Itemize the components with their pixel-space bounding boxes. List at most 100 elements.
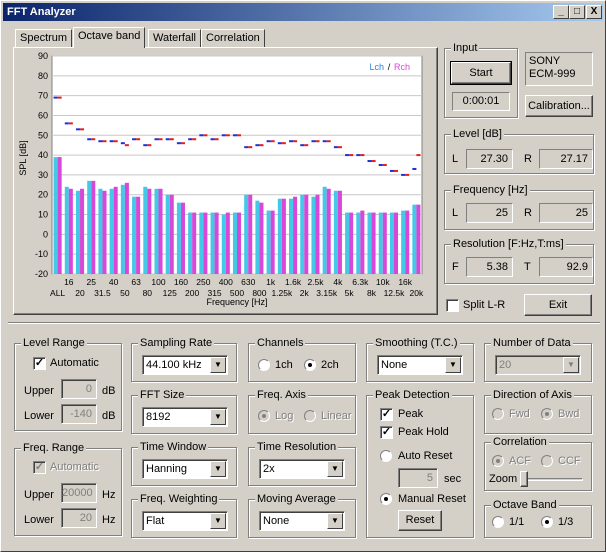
peak-marker-rch xyxy=(293,140,298,143)
peak-marker-lch xyxy=(389,169,394,172)
minimize-button[interactable]: _ xyxy=(553,5,569,19)
number-of-data-select[interactable]: 20 ▼ xyxy=(495,355,581,375)
peak-marker-rch xyxy=(416,154,421,157)
maximize-button[interactable]: □ xyxy=(569,5,585,19)
peak-marker-lch xyxy=(154,138,159,141)
peak-marker-lch xyxy=(266,140,271,143)
freq-auto-checkbox[interactable]: ✓ xyxy=(33,461,46,474)
frequency-l-label: L xyxy=(452,207,459,219)
peak-marker-rch xyxy=(180,142,185,145)
bar-lch xyxy=(244,194,249,274)
octave-full-radio[interactable] xyxy=(492,516,504,528)
tab-octave-band[interactable]: Octave band xyxy=(73,27,146,48)
smoothing-select[interactable]: None ▼ xyxy=(377,355,463,375)
y-tick-label: 90 xyxy=(38,51,48,61)
freq-axis-log-radio[interactable] xyxy=(258,410,270,422)
channels-2ch-radio[interactable] xyxy=(304,359,316,371)
direction-fwd-radio[interactable] xyxy=(492,408,504,420)
zoom-slider-track[interactable] xyxy=(521,478,583,481)
correlation-acf-label: ACF xyxy=(509,455,531,467)
peak-marker-rch xyxy=(80,128,85,131)
split-lr-checkbox[interactable] xyxy=(446,299,459,312)
peak-marker-lch xyxy=(289,140,294,143)
correlation-ccf-radio[interactable] xyxy=(541,455,553,467)
level-r-value: 27.17 xyxy=(539,149,593,169)
peak-marker-lch xyxy=(378,164,383,166)
bar-rch xyxy=(281,198,286,274)
peak-marker-rch xyxy=(68,122,73,125)
peak-hold-checkbox[interactable]: ✓ xyxy=(380,426,393,439)
bar-rch xyxy=(416,204,421,274)
y-tick-label: 40 xyxy=(38,150,48,160)
bar-lch xyxy=(322,186,327,274)
calibration-button[interactable]: Calibration... xyxy=(525,95,593,117)
tab-correlation[interactable]: Correlation xyxy=(201,29,265,47)
sampling-rate-label: Sampling Rate xyxy=(138,337,215,349)
direction-bwd-radio[interactable] xyxy=(541,408,553,420)
bar-rch xyxy=(57,157,62,274)
level-l-label: L xyxy=(452,153,459,165)
peak-checkbox[interactable]: ✓ xyxy=(380,408,393,421)
legend-rch: Rch xyxy=(394,62,410,72)
level-upper-input[interactable]: 0 xyxy=(61,379,97,399)
peak-marker-rch xyxy=(281,142,286,145)
octave-third-label: 1/3 xyxy=(558,516,574,528)
time-resolution-select[interactable]: 2x ▼ xyxy=(259,459,345,479)
x-tick-label: 200 xyxy=(185,288,199,298)
peak-marker-lch xyxy=(143,144,148,147)
peak-marker-rch xyxy=(214,138,219,141)
bar-lch xyxy=(255,200,260,274)
auto-reset-radio[interactable] xyxy=(380,450,392,462)
bar-lch xyxy=(165,194,170,274)
tab-panel: -20 -10 0 10 20 30 40 50 60 70 80 90 16 25 40 63 100 160… xyxy=(13,47,438,315)
level-lower-input[interactable]: -140 xyxy=(61,404,97,424)
peak-marker-rch xyxy=(259,144,264,147)
device-maker: SONY xyxy=(529,55,561,67)
level-auto-checkbox[interactable]: ✓ xyxy=(33,357,46,370)
y-tick-label: 20 xyxy=(38,190,48,200)
x-tick-label: 400 xyxy=(219,277,233,287)
bar-rch xyxy=(102,190,107,274)
bar-rch xyxy=(91,180,96,274)
bar-rch xyxy=(315,194,320,274)
freq-lower-input[interactable]: 20 xyxy=(61,508,97,528)
freq-weighting-select[interactable]: Flat ▼ xyxy=(142,511,228,531)
freq-axis-linear-radio[interactable] xyxy=(304,410,316,422)
tab-spectrum[interactable]: Spectrum xyxy=(15,29,73,47)
direction-bwd-label: Bwd xyxy=(558,408,580,420)
freq-weighting-label: Freq. Weighting xyxy=(138,493,220,505)
channels-1ch-radio[interactable] xyxy=(258,359,270,371)
manual-reset-radio[interactable] xyxy=(380,493,392,505)
bar-rch xyxy=(214,212,219,274)
x-tick-label: 20 xyxy=(75,288,85,298)
correlation-acf-radio[interactable] xyxy=(492,455,504,467)
peak-marker-rch xyxy=(326,140,331,143)
peak-marker-lch xyxy=(188,138,193,141)
peak-marker-lch xyxy=(132,138,137,141)
exit-button[interactable]: Exit xyxy=(524,294,592,316)
x-tick-label: 2.5k xyxy=(307,277,324,287)
level-auto-label: Automatic xyxy=(50,357,99,369)
reset-button[interactable]: Reset xyxy=(398,510,442,531)
resolution-t-value: 92.9 xyxy=(539,257,593,277)
auto-reset-seconds-input[interactable]: 5 xyxy=(398,468,438,488)
bar-lch xyxy=(176,202,181,274)
zoom-slider-thumb[interactable] xyxy=(520,471,528,487)
freq-upper-input[interactable]: 20000 xyxy=(61,483,97,503)
freq-upper-label: Upper xyxy=(24,489,54,501)
octave-third-radio[interactable] xyxy=(541,516,553,528)
bar-rch xyxy=(248,194,253,274)
bar-lch xyxy=(311,196,316,274)
sampling-rate-select[interactable]: 44.100 kHz ▼ xyxy=(142,355,228,375)
y-tick-label: 60 xyxy=(38,110,48,120)
peak-marker-lch xyxy=(356,154,361,157)
title-bar[interactable]: FFT Analyzer _ □ X xyxy=(3,3,603,21)
time-window-select[interactable]: Hanning ▼ xyxy=(142,459,228,479)
peak-label: Peak xyxy=(398,408,424,420)
moving-average-select[interactable]: None ▼ xyxy=(259,511,345,531)
start-button[interactable]: Start xyxy=(450,61,512,85)
tab-waterfall[interactable]: Waterfall xyxy=(148,29,201,47)
peak-detection-label: Peak Detection xyxy=(373,389,452,401)
close-button[interactable]: X xyxy=(586,5,602,19)
fft-size-select[interactable]: 8192 ▼ xyxy=(142,407,228,427)
